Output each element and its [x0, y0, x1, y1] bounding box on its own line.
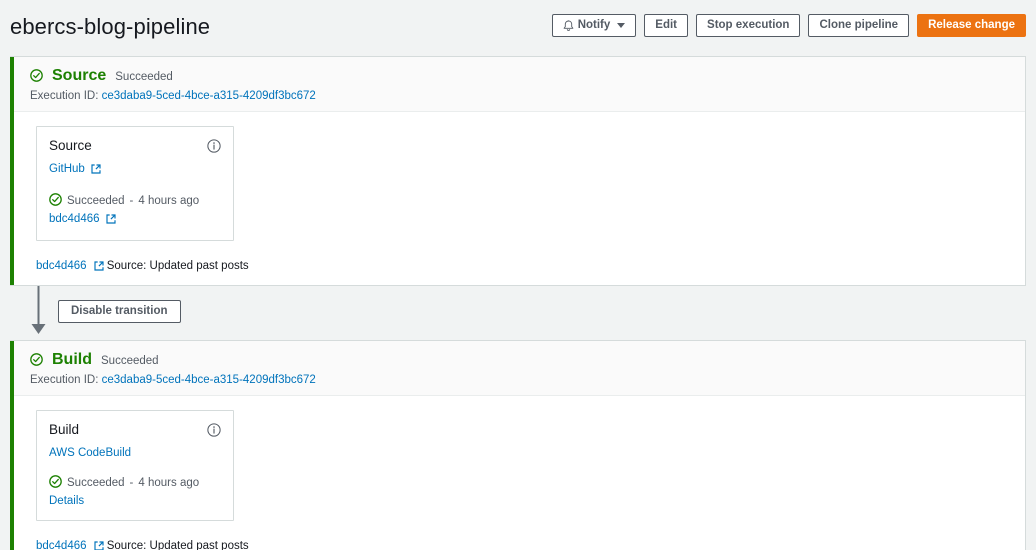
action-source-status-row: Succeeded - 4 hours ago: [49, 193, 221, 209]
external-link-icon: [93, 261, 104, 274]
execution-id-link[interactable]: ce3daba9-5ced-4bce-a315-4209df3bc672: [102, 90, 316, 102]
action-source-time-ago: 4 hours ago: [138, 195, 200, 207]
notify-button-label: Notify: [577, 18, 611, 31]
action-build-provider: AWS CodeBuild: [49, 447, 221, 459]
stage-transition: Disable transition: [10, 286, 1026, 340]
disable-transition-button[interactable]: Disable transition: [58, 300, 181, 323]
stage-build-footer-commit-link[interactable]: bdc4d466: [36, 540, 87, 550]
external-link-icon: [106, 214, 116, 227]
action-source-status-text: Succeeded: [67, 195, 125, 207]
success-check-icon: [49, 475, 62, 491]
page-header: ebercs-blog-pipeline Notify Edit Stop ex…: [0, 0, 1036, 56]
action-source-provider-link[interactable]: GitHub: [49, 163, 85, 175]
action-build-time-ago: 4 hours ago: [138, 477, 200, 489]
stage-build-execution-line: Execution ID: ce3daba9-5ced-4bce-a315-42…: [30, 374, 1011, 386]
stage-source-body: Source GitHub Succeeded - 4 hours ago bd…: [10, 112, 1025, 251]
success-check-icon: [30, 69, 43, 87]
action-source-status-separator: -: [129, 195, 134, 207]
stage-status-accent-bar: [10, 57, 14, 285]
stage-build-body: Build AWS CodeBuild Succeeded - 4 hours …: [10, 396, 1025, 531]
action-card-source[interactable]: Source GitHub Succeeded - 4 hours ago bd…: [36, 126, 234, 241]
action-source-name: Source: [49, 138, 92, 153]
stage-build: Build Succeeded Execution ID: ce3daba9-5…: [10, 340, 1026, 550]
edit-button[interactable]: Edit: [644, 14, 689, 37]
stage-build-status: Succeeded: [101, 355, 159, 367]
execution-id-label: Execution ID:: [30, 90, 99, 102]
chevron-down-icon: [617, 23, 626, 28]
action-build-status-row: Succeeded - 4 hours ago: [49, 475, 221, 491]
stage-source-footer: bdc4d466 Source: Updated past posts: [10, 251, 1025, 285]
stage-build-footer-message: Source: Updated past posts: [106, 540, 249, 550]
info-icon[interactable]: [207, 423, 221, 442]
release-change-button[interactable]: Release change: [917, 14, 1026, 37]
page-title: ebercs-blog-pipeline: [10, 14, 211, 39]
info-icon[interactable]: [207, 139, 221, 158]
stop-execution-button[interactable]: Stop execution: [696, 14, 801, 37]
stage-source-header: Source Succeeded Execution ID: ce3daba9-…: [10, 57, 1025, 112]
stage-status-accent-bar: [10, 341, 14, 550]
action-build-status-separator: -: [129, 477, 134, 489]
stage-source: Source Succeeded Execution ID: ce3daba9-…: [10, 56, 1026, 286]
stage-build-header: Build Succeeded Execution ID: ce3daba9-5…: [10, 341, 1025, 396]
stage-source-status: Succeeded: [115, 71, 173, 83]
stage-source-execution-line: Execution ID: ce3daba9-5ced-4bce-a315-42…: [30, 90, 1011, 102]
clone-pipeline-button[interactable]: Clone pipeline: [808, 14, 910, 37]
pipeline-stages: Source Succeeded Execution ID: ce3daba9-…: [0, 56, 1036, 550]
external-link-icon: [91, 164, 101, 177]
action-build-details-link[interactable]: Details: [49, 495, 84, 507]
stage-source-name: Source: [52, 67, 107, 84]
action-source-extra: bdc4d466: [49, 213, 221, 227]
execution-id-link[interactable]: ce3daba9-5ced-4bce-a315-4209df3bc672: [102, 374, 316, 386]
stage-source-footer-commit-link[interactable]: bdc4d466: [36, 260, 87, 272]
stage-build-footer: bdc4d466 Source: Updated past posts: [10, 531, 1025, 550]
notify-button[interactable]: Notify: [551, 14, 637, 37]
action-card-build[interactable]: Build AWS CodeBuild Succeeded - 4 hours …: [36, 410, 234, 521]
stage-build-name: Build: [52, 351, 92, 368]
bell-icon: [563, 19, 574, 32]
success-check-icon: [49, 193, 62, 209]
header-actions: Notify Edit Stop execution Clone pipelin…: [551, 14, 1026, 37]
action-build-provider-link[interactable]: AWS CodeBuild: [49, 447, 131, 459]
action-source-commit-link[interactable]: bdc4d466: [49, 213, 100, 225]
action-build-name: Build: [49, 422, 80, 437]
external-link-icon: [93, 541, 104, 550]
success-check-icon: [30, 353, 43, 371]
action-source-provider: GitHub: [49, 163, 221, 177]
execution-id-label: Execution ID:: [30, 374, 99, 386]
action-build-extra: Details: [49, 495, 221, 507]
stage-source-footer-message: Source: Updated past posts: [106, 260, 249, 272]
action-build-status-text: Succeeded: [67, 477, 125, 489]
transition-arrow-icon: [31, 286, 46, 334]
